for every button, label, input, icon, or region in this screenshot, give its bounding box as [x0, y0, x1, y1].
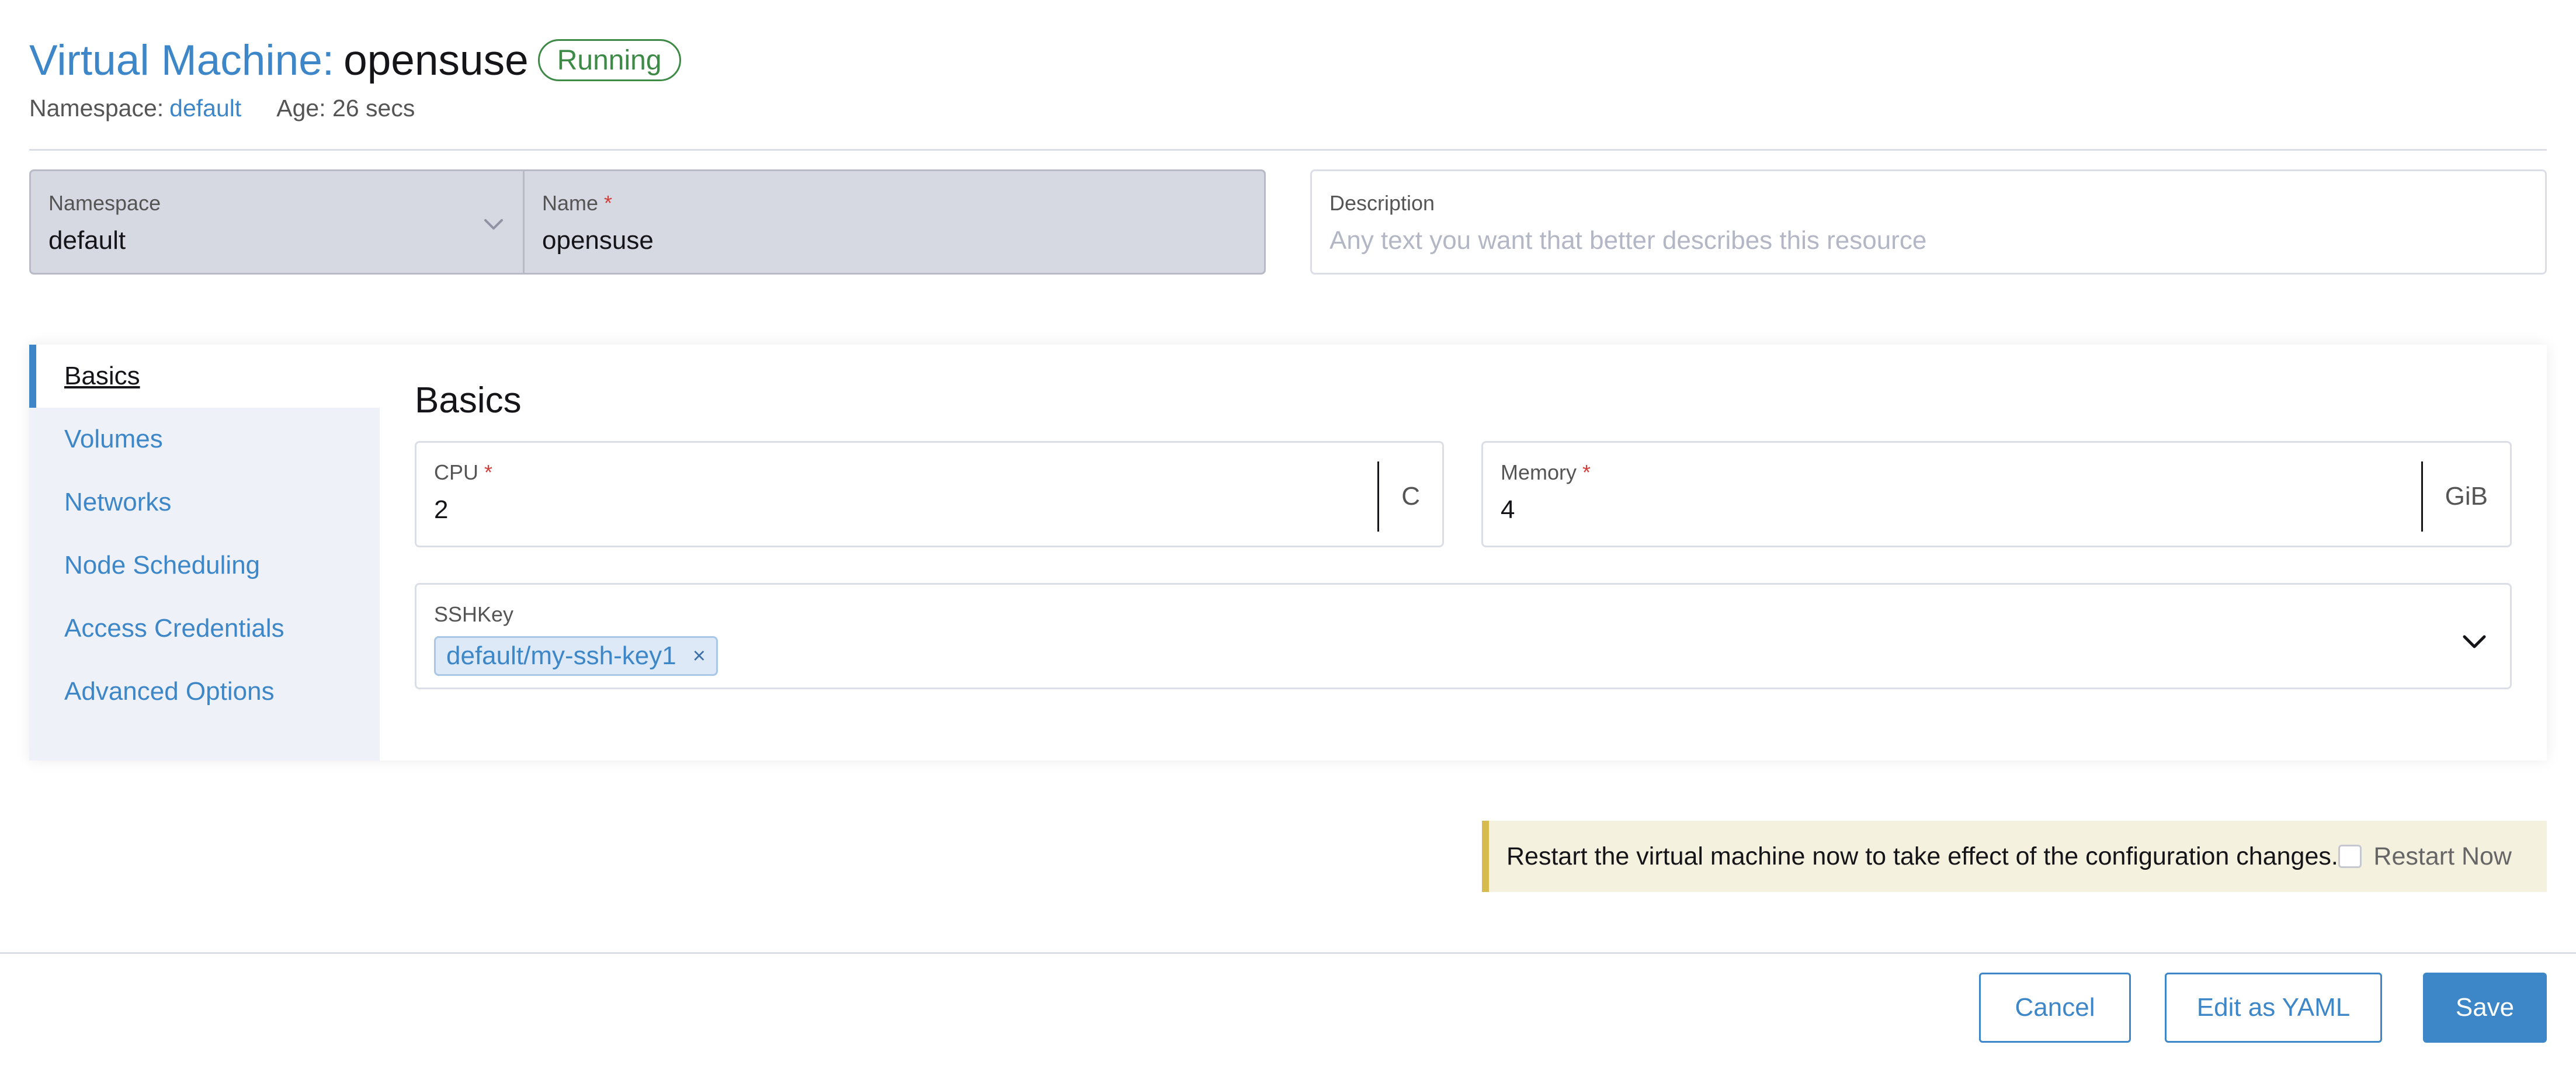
tab-access-credentials[interactable]: Access Credentials	[29, 597, 380, 660]
description-placeholder: Any text you want that better describes …	[1329, 226, 1927, 255]
restart-now-checkbox[interactable]: Restart Now	[2338, 842, 2512, 871]
page-title: opensuse	[343, 36, 529, 84]
namespace-value: default	[48, 226, 126, 255]
edit-as-yaml-button[interactable]: Edit as YAML	[2165, 973, 2382, 1043]
memory-label-text: Memory	[1501, 460, 1577, 484]
chevron-down-icon[interactable]	[2459, 626, 2490, 657]
memory-field[interactable]: Memory * 4 GiB	[1481, 441, 2512, 547]
cpu-field[interactable]: CPU * 2 C	[415, 441, 1444, 547]
close-icon[interactable]: ×	[693, 644, 706, 669]
tab-basics[interactable]: Basics	[29, 345, 380, 408]
sshkey-label: SSHKey	[434, 602, 514, 626]
checkbox-icon[interactable]	[2338, 845, 2362, 868]
description-field[interactable]: Description Any text you want that bette…	[1310, 169, 2547, 275]
tab-node-scheduling[interactable]: Node Scheduling	[29, 534, 380, 597]
name-label: Name *	[542, 191, 1247, 216]
meta-row: Namespace: default Age: 26 secs	[29, 95, 681, 122]
sshkey-chip-label: default/my-ssh-key1	[446, 641, 676, 670]
age-meta: Age: 26 secs	[276, 95, 415, 122]
cpu-label: CPU *	[434, 460, 1425, 485]
description-label: Description	[1329, 191, 1435, 215]
tab-networks[interactable]: Networks	[29, 471, 380, 534]
tab-advanced-options[interactable]: Advanced Options	[29, 660, 380, 723]
footer-divider	[0, 952, 2576, 954]
namespace-select[interactable]: Namespace default	[31, 171, 525, 273]
required-marker: *	[484, 460, 493, 484]
status-badge: Running	[537, 39, 681, 81]
namespace-label: Namespace	[48, 191, 161, 215]
save-button[interactable]: Save	[2423, 973, 2547, 1043]
name-value: opensuse	[542, 226, 654, 255]
namespace-meta-link[interactable]: default	[169, 95, 241, 122]
namespace-name-group: Namespace default Name * opensuse	[29, 169, 1266, 275]
memory-value: 4	[1501, 495, 1515, 524]
cpu-value: 2	[434, 495, 449, 524]
required-marker: *	[604, 191, 613, 215]
banner-text: Restart the virtual machine now to take …	[1506, 842, 2338, 870]
restart-banner: Restart the virtual machine now to take …	[1482, 821, 2547, 892]
required-marker: *	[1582, 460, 1591, 484]
memory-unit: GiB	[2421, 461, 2510, 532]
vm-edit-page: Virtual Machine: opensuse Running Namesp…	[0, 0, 2576, 1069]
restart-now-label: Restart Now	[2373, 842, 2512, 870]
name-label-text: Name	[542, 191, 599, 215]
cancel-button[interactable]: Cancel	[1979, 973, 2131, 1043]
cpu-label-text: CPU	[434, 460, 479, 484]
vm-config-card: Basics Volumes Networks Node Scheduling …	[29, 345, 2547, 761]
memory-label: Memory *	[1501, 460, 2492, 485]
title-prefix-link[interactable]: Virtual Machine:	[29, 36, 334, 85]
title-row: Virtual Machine: opensuse Running	[29, 34, 681, 86]
chevron-down-icon	[484, 219, 503, 230]
sshkey-chip: default/my-ssh-key1 ×	[434, 636, 718, 676]
name-field[interactable]: Name * opensuse	[525, 171, 1264, 273]
namespace-meta-label: Namespace:	[29, 95, 164, 122]
basics-panel: Basics	[415, 345, 2512, 421]
page-header: Virtual Machine: opensuse Running Namesp…	[29, 34, 681, 122]
sshkey-select[interactable]: SSHKey default/my-ssh-key1 ×	[415, 583, 2512, 689]
side-tabs: Basics Volumes Networks Node Scheduling …	[29, 345, 380, 761]
tab-volumes[interactable]: Volumes	[29, 408, 380, 471]
section-title: Basics	[415, 380, 522, 421]
header-divider	[29, 149, 2547, 151]
cpu-unit: C	[1377, 461, 1442, 532]
